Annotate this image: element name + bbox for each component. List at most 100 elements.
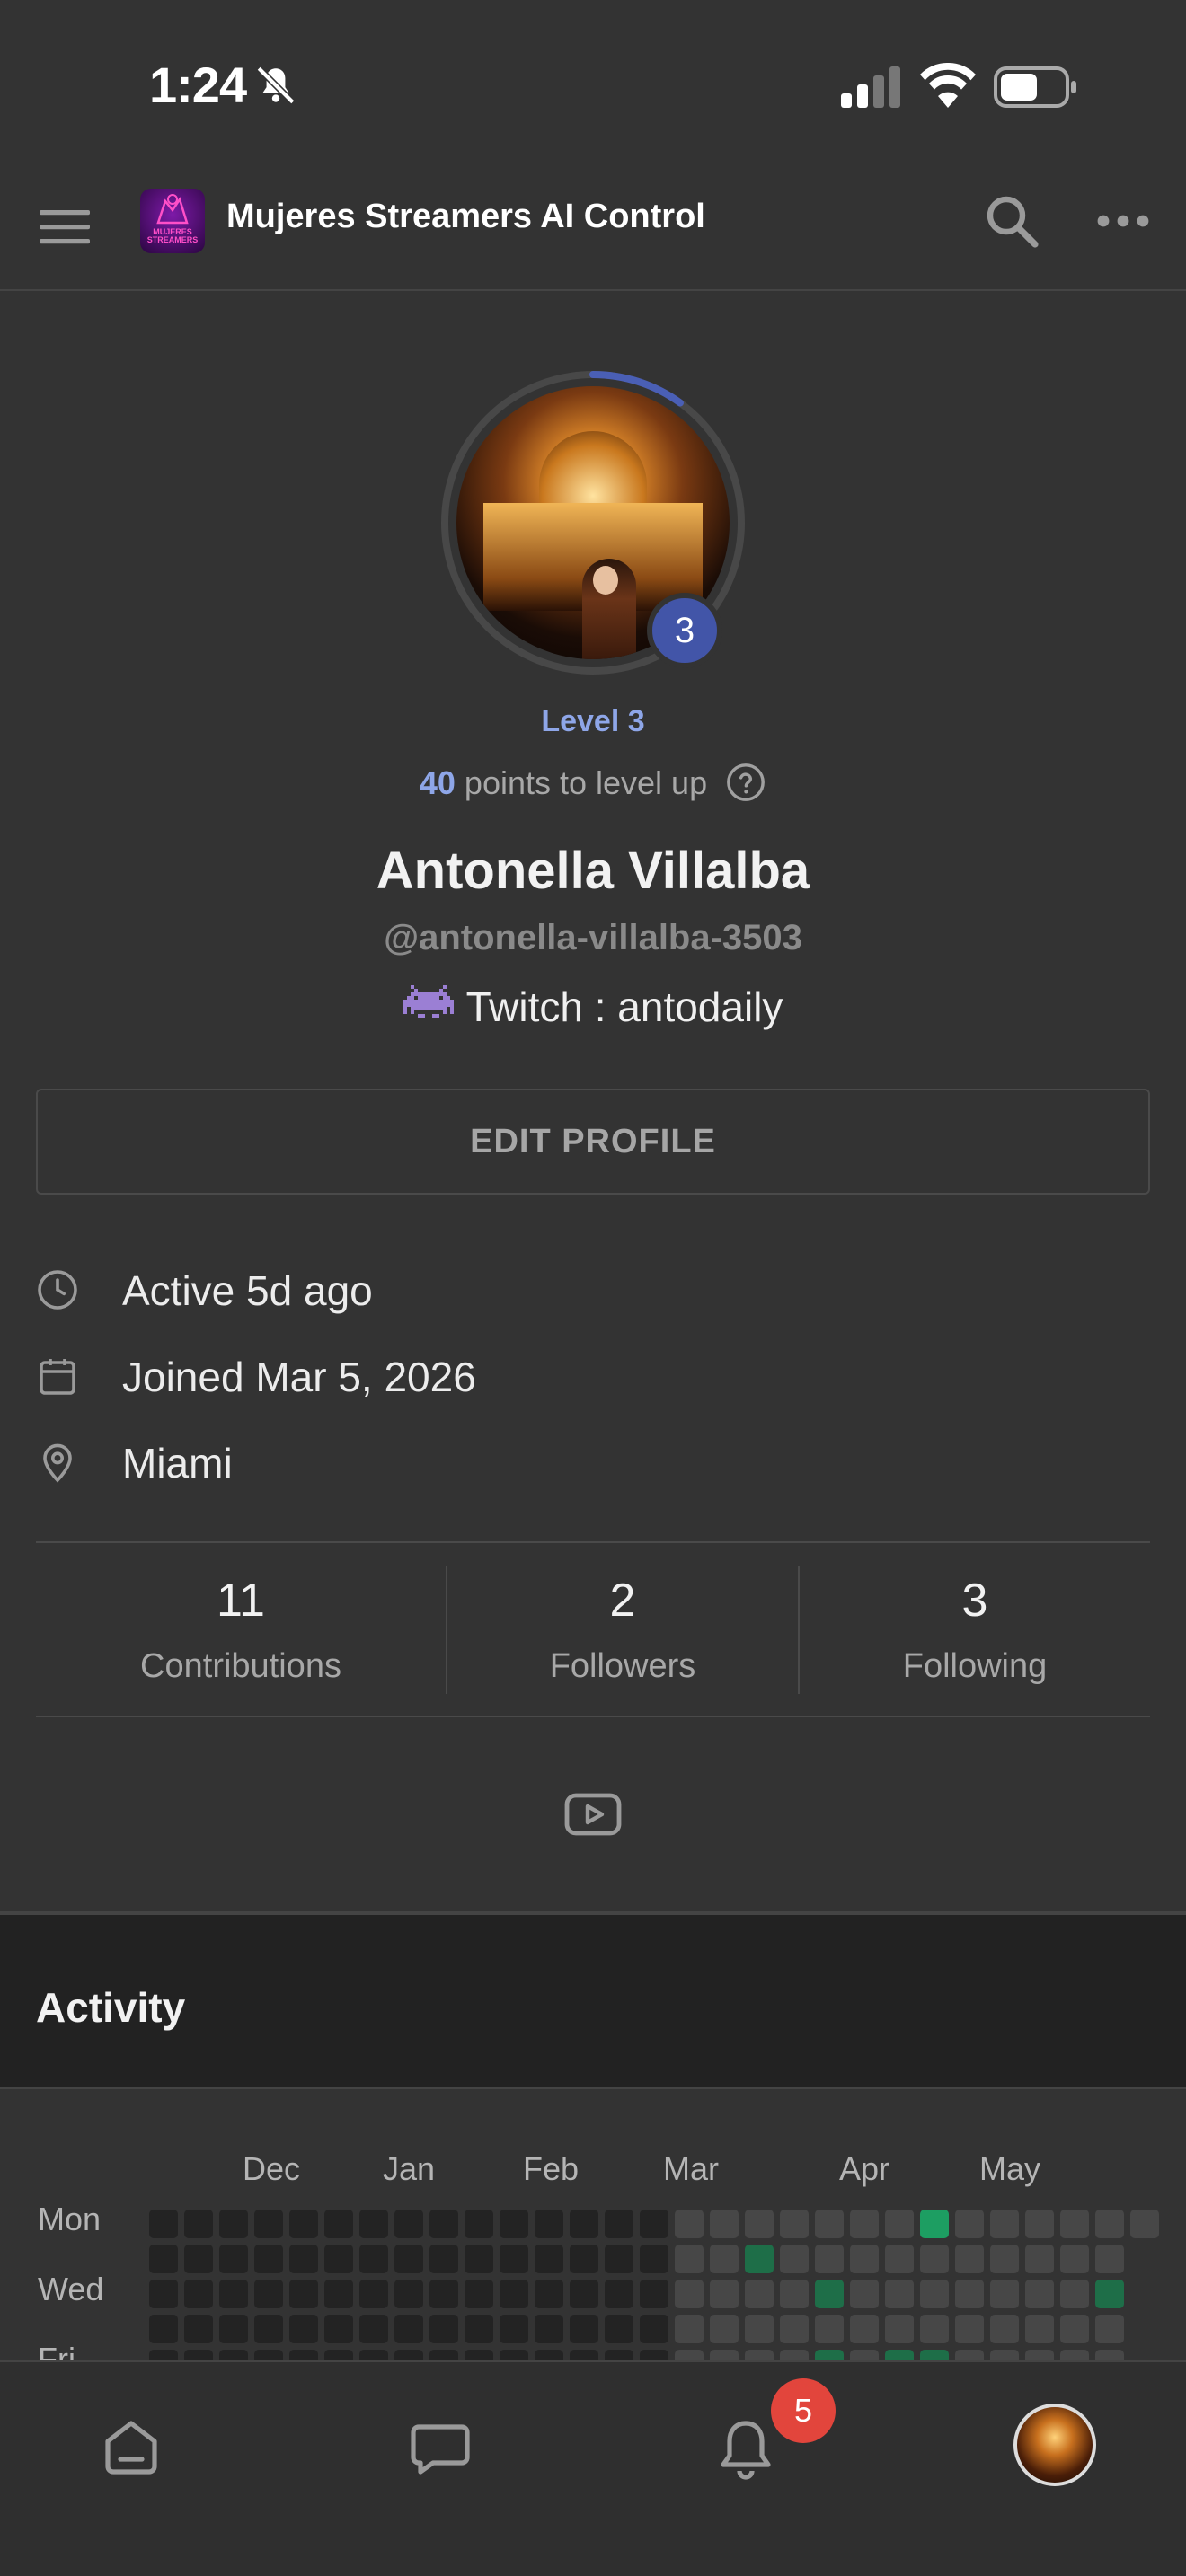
search-icon[interactable] [983, 192, 1040, 250]
activity-cell [289, 2245, 318, 2273]
activity-cell [359, 2350, 388, 2360]
activity-cell [535, 2280, 563, 2308]
stat-label: Contributions [140, 1647, 341, 1685]
activity-cell [675, 2210, 704, 2238]
level-badge: 3 [647, 593, 722, 668]
activity-cell [359, 2315, 388, 2343]
activity-cell [465, 2315, 493, 2343]
activity-cell [990, 2245, 1019, 2273]
username: @antonella-villalba-3503 [384, 918, 802, 957]
activity-cell [394, 2350, 423, 2360]
activity-cell [535, 2245, 563, 2273]
activity-cell [219, 2245, 248, 2273]
status-text: Twitch : antodaily [465, 984, 783, 1030]
stat-contributions[interactable]: 11 Contributions [36, 1543, 446, 1716]
activity-cell [885, 2245, 914, 2273]
activity-cell [745, 2210, 774, 2238]
activity-cell [850, 2210, 879, 2238]
stat-followers[interactable]: 2 Followers [447, 1543, 798, 1716]
activity-cell [815, 2315, 844, 2343]
activity-cell [149, 2210, 178, 2238]
month-label: May [979, 2150, 1041, 2187]
day-label: Mon [38, 2201, 102, 2237]
profile-stats: 11 Contributions 2 Followers 3 Following [36, 1541, 1150, 1717]
home-icon [105, 2421, 157, 2475]
activity-cell [465, 2210, 493, 2238]
activity-cell [885, 2315, 914, 2343]
activity-cell [780, 2315, 809, 2343]
activity-cell [920, 2350, 949, 2360]
activity-cell [254, 2210, 283, 2238]
nav-home[interactable] [95, 2413, 167, 2484]
profile-avatar[interactable]: 3 [437, 366, 749, 679]
activity-cell [850, 2245, 879, 2273]
activity-cell [149, 2315, 178, 2343]
activity-cell [605, 2315, 633, 2343]
activity-title: Activity [36, 1984, 186, 2031]
month-label: Jan [383, 2150, 436, 2187]
app-title[interactable]: Mujeres Streamers AI Control [226, 198, 705, 236]
day-label: Wed [38, 2271, 104, 2307]
help-circle-icon[interactable] [725, 762, 766, 803]
activity-cell [429, 2350, 458, 2360]
activity-cell [815, 2280, 844, 2308]
activity-cell [184, 2210, 213, 2238]
activity-cell [254, 2350, 283, 2360]
activity-cell [745, 2280, 774, 2308]
activity-cell [745, 2350, 774, 2360]
activity-cell [1060, 2315, 1089, 2343]
activity-cell [1095, 2350, 1124, 2360]
chat-bubble-icon [411, 2424, 470, 2475]
activity-header: Activity [0, 1915, 1186, 2087]
activity-cell [149, 2245, 178, 2273]
joined-text: Joined Mar 5, 2026 [122, 1354, 476, 1400]
bottom-navigation: 5 [0, 2360, 1186, 2576]
app-header: MUJERES STREAMERS Mujeres Streamers AI C… [0, 171, 1186, 291]
activity-cell [149, 2280, 178, 2308]
activity-cell [780, 2350, 809, 2360]
activity-cell [675, 2315, 704, 2343]
activity-cell [1060, 2350, 1089, 2360]
activity-cell [500, 2245, 528, 2273]
activity-cell [219, 2210, 248, 2238]
status-time: 1:24 [149, 57, 247, 113]
profile-page: 1:24 MUJERES STREAMERS Mujeres Streamers… [0, 0, 1186, 2576]
activity-cell [710, 2350, 739, 2360]
meta-active: Active 5d ago [36, 1261, 755, 1324]
stat-following[interactable]: 3 Following [800, 1543, 1150, 1716]
meta-joined: Joined Mar 5, 2026 [36, 1347, 755, 1410]
community-logo[interactable]: MUJERES STREAMERS [140, 189, 205, 253]
activity-cell [605, 2245, 633, 2273]
activity-cell [429, 2210, 458, 2238]
activity-cell [359, 2280, 388, 2308]
activity-cell [675, 2350, 704, 2360]
nav-profile-avatar[interactable] [1013, 2404, 1096, 2486]
youtube-icon[interactable] [564, 1793, 622, 1836]
more-options-icon[interactable] [1094, 192, 1152, 250]
hamburger-menu-icon[interactable] [38, 199, 92, 253]
activity-cell [324, 2280, 353, 2308]
activity-cell [640, 2350, 668, 2360]
activity-cell [885, 2280, 914, 2308]
activity-cell [184, 2350, 213, 2360]
activity-cell [920, 2210, 949, 2238]
activity-cell [710, 2280, 739, 2308]
nav-notifications[interactable] [710, 2413, 782, 2484]
activity-cell [289, 2210, 318, 2238]
activity-cell [570, 2315, 598, 2343]
month-label: Dec [243, 2150, 301, 2187]
activity-cell [955, 2315, 984, 2343]
activity-cell [289, 2280, 318, 2308]
nav-chat[interactable] [404, 2413, 476, 2484]
edit-profile-button[interactable]: EDIT PROFILE [36, 1089, 1150, 1195]
activity-cell [745, 2315, 774, 2343]
activity-cell [710, 2245, 739, 2273]
activity-cell [990, 2280, 1019, 2308]
activity-cell [324, 2245, 353, 2273]
activity-cell [535, 2350, 563, 2360]
activity-cell [359, 2245, 388, 2273]
activity-cell [990, 2350, 1019, 2360]
activity-cell [955, 2245, 984, 2273]
activity-cell [710, 2315, 739, 2343]
month-label: Feb [523, 2150, 580, 2187]
